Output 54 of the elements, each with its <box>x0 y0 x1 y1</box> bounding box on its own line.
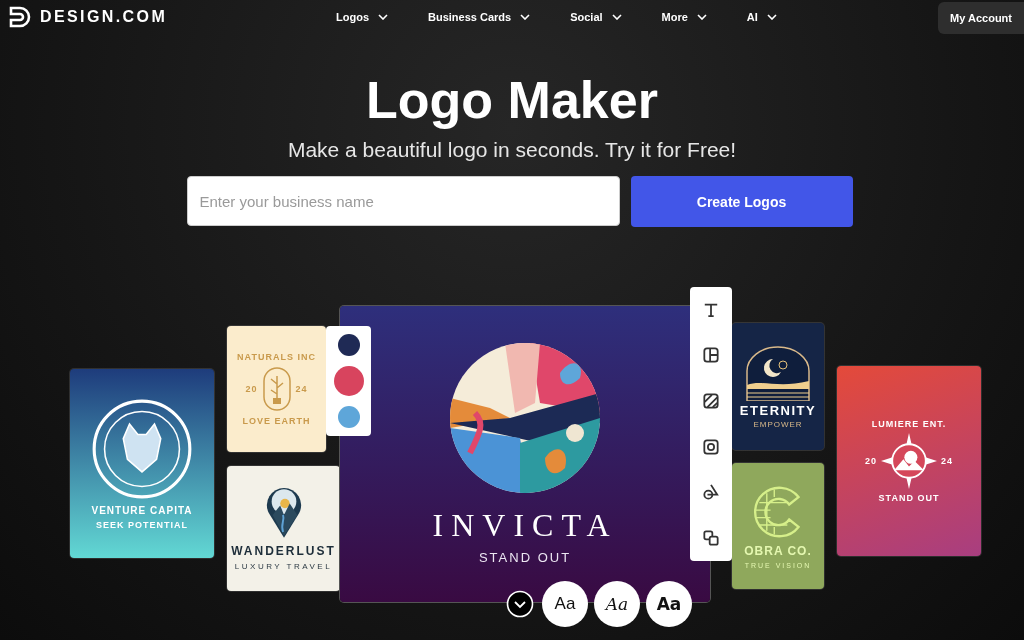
color-swatch[interactable] <box>337 406 360 428</box>
logo-card[interactable]: WANDERLUST LUXURY TRAVEL <box>227 466 340 591</box>
desert-night-arch-drawing <box>743 344 813 401</box>
color-swatch[interactable] <box>337 334 360 356</box>
logo-name: INVICTA <box>432 507 618 544</box>
logo-year: 24 <box>941 456 953 466</box>
compass-sun-emblem-drawing <box>881 433 937 489</box>
caret-icon <box>378 14 388 20</box>
nav-menu-item[interactable]: Business Cards <box>418 11 541 23</box>
logo-name: LUMIERE ENT. <box>871 419 947 429</box>
hero-title: Logo Maker <box>366 70 658 130</box>
logo-name: WANDERLUST <box>231 544 336 558</box>
font-style-button[interactable]: Aa <box>646 581 692 627</box>
logo-tagline: SEEK POTENTIAL <box>96 520 188 530</box>
font-style-button[interactable]: Aa <box>542 581 588 627</box>
chevron-down-icon[interactable] <box>506 590 534 618</box>
logo-card[interactable]: LUMIERE ENT. 20 24 STAND OUT <box>837 366 981 556</box>
font-style-button[interactable]: Aa <box>594 581 640 627</box>
create-logos-button[interactable]: Create Logos <box>630 176 853 227</box>
logo-year: 20 <box>245 384 258 394</box>
logo-name: NATURALS INC <box>237 352 316 362</box>
caret-icon <box>766 14 777 20</box>
logo-tagline: STAND OUT <box>478 550 572 565</box>
layers-tool-icon[interactable] <box>703 530 719 547</box>
business-name-field[interactable]: Enter your business name <box>186 176 620 226</box>
layout-tool-icon[interactable] <box>703 347 719 364</box>
account-button[interactable]: My Account <box>938 2 1024 34</box>
logo-card[interactable]: ETERNITY EMPOWER <box>732 323 824 450</box>
nav-menu-item[interactable]: Logos <box>326 11 398 23</box>
text-tool-icon[interactable] <box>703 301 719 318</box>
nav-menu-item[interactable]: More <box>651 11 717 23</box>
logo-name: VENTURE CAPITA <box>91 505 193 516</box>
logo-tagline: EMPOWER <box>753 419 803 429</box>
pattern-tool-icon[interactable] <box>703 393 719 410</box>
logo-tagline: STAND OUT <box>878 493 940 503</box>
logo-icon[interactable] <box>8 5 32 29</box>
color-swatch[interactable] <box>333 366 364 396</box>
logo-name: ETERNITY <box>739 402 817 418</box>
brand-name[interactable]: DESIGN.COM <box>40 8 168 26</box>
nav-menu-item[interactable]: Social <box>560 11 632 23</box>
caret-icon <box>520 14 531 20</box>
tree-emblem-drawing <box>261 366 292 412</box>
caret-icon <box>611 14 622 20</box>
frame-tool-icon[interactable] <box>703 438 719 455</box>
nav-menu-item[interactable]: AI <box>736 11 787 23</box>
logo-tagline: LOVE EARTH <box>242 416 311 426</box>
logo-name: OBRA CO. <box>744 543 812 558</box>
hero-subtitle: Make a beautiful logo in seconds. Try it for Free! <box>287 138 737 162</box>
caret-icon <box>696 14 707 20</box>
logo-year: 20 <box>865 456 877 466</box>
shapes-tool-icon[interactable] <box>703 484 719 501</box>
logo-year: 24 <box>295 384 308 394</box>
logo-tagline: LUXURY TRAVEL <box>234 562 333 571</box>
map-pin-landscape-drawing <box>264 486 303 540</box>
